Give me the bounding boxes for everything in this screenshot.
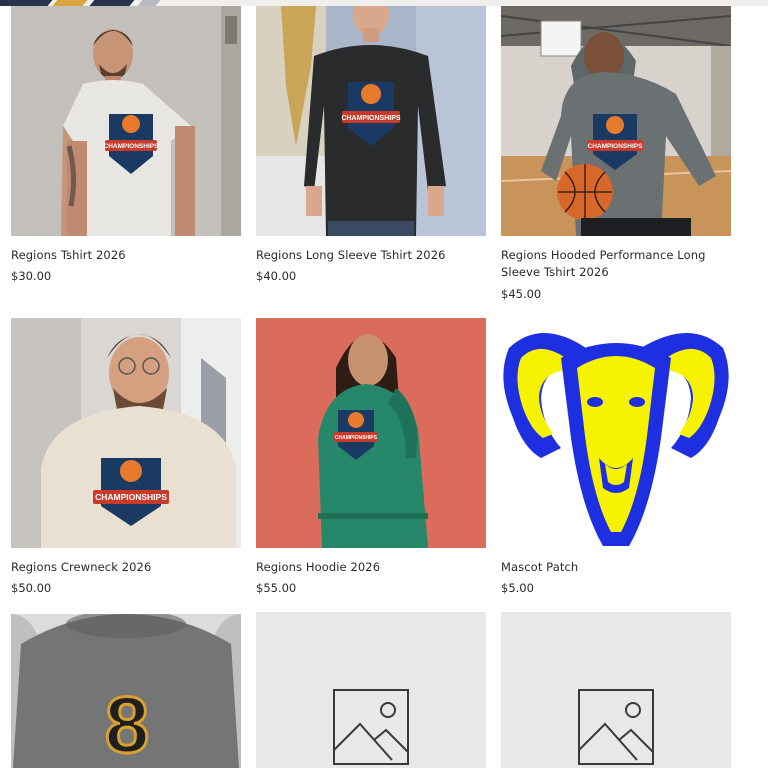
product-title[interactable]: Mascot Patch (501, 559, 741, 576)
shirt-logo-text: CHAMPIONSHIPS (335, 435, 378, 441)
product-title[interactable]: Regions Crewneck 2026 (11, 559, 251, 576)
product-image-placeholder[interactable] (256, 612, 486, 768)
product-image-placeholder[interactable] (501, 612, 731, 768)
product-price: $50.00 (11, 581, 52, 595)
product-title[interactable]: Regions Long Sleeve Tshirt 2026 (256, 247, 496, 264)
shirt-logo-text: CHAMPIONSHIPS (588, 143, 644, 150)
shirt-logo-text: CHAMPIONSHIPS (104, 143, 160, 150)
product-price: $30.00 (11, 269, 52, 283)
product-image[interactable]: CHAMPIONSHIPS (256, 6, 486, 236)
product-image[interactable]: CHAMPIONSHIPS (256, 318, 486, 548)
product-image[interactable]: CHAMPIONSHIPS (501, 6, 731, 236)
image-placeholder-icon (333, 689, 409, 765)
product-image[interactable]: CHAMPIONSHIPS (11, 6, 241, 236)
product-price: $40.00 (256, 269, 297, 283)
product-image[interactable] (501, 318, 731, 548)
ram-mascot-icon (501, 318, 731, 548)
product-image[interactable]: 8 (11, 614, 241, 768)
product-title[interactable]: Regions Hooded Performance Long Sleeve T… (501, 247, 741, 281)
product-title[interactable]: Regions Tshirt 2026 (11, 247, 251, 264)
product-price: $5.00 (501, 581, 534, 595)
product-price: $55.00 (256, 581, 297, 595)
product-price: $45.00 (501, 287, 542, 301)
shirt-logo-text: CHAMPIONSHIPS (341, 115, 400, 122)
shirt-logo-text: CHAMPIONSHIPS (95, 492, 167, 502)
image-placeholder-icon (578, 689, 654, 765)
product-grid: CHAMPIONSHIPS Regions Tshirt 2026 $30.00 (0, 0, 768, 768)
product-title[interactable]: Regions Hoodie 2026 (256, 559, 496, 576)
product-image[interactable]: CHAMPIONSHIPS (11, 318, 241, 548)
jersey-number: 8 (105, 680, 150, 768)
